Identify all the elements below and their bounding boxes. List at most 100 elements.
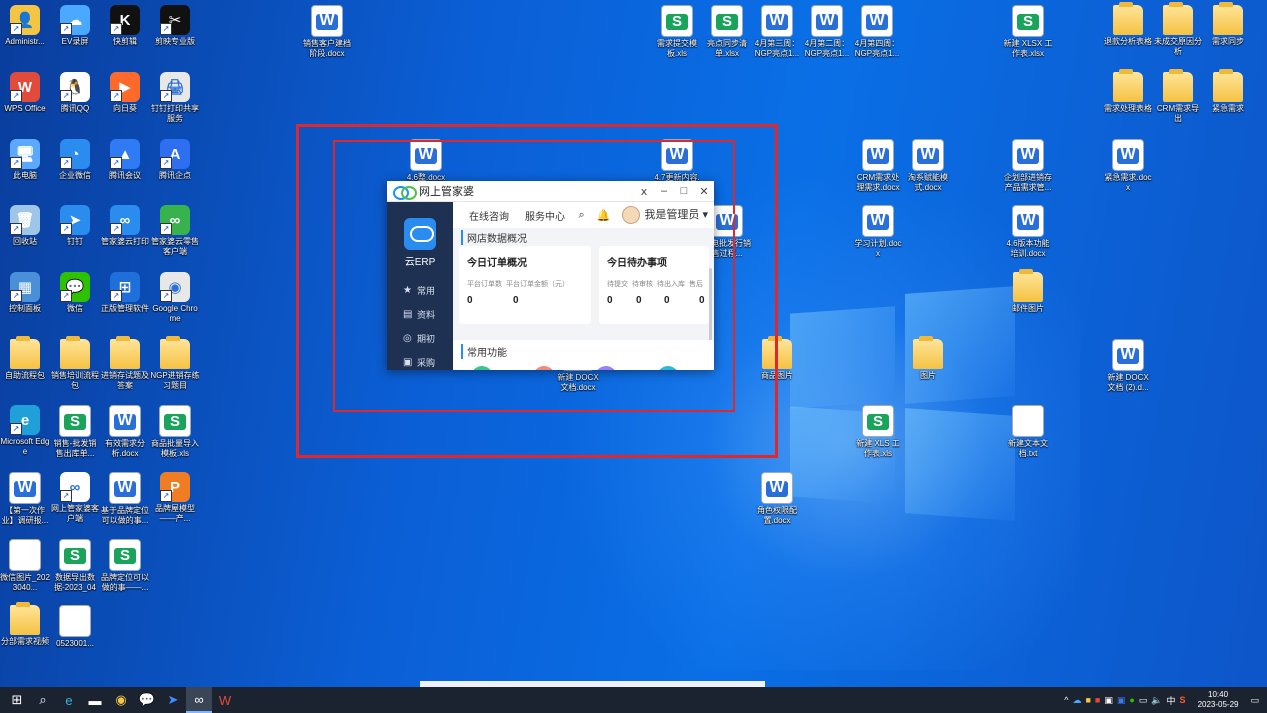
function-icon[interactable] [533,366,555,370]
minimize-button[interactable]: – [654,185,674,198]
desktop-icon[interactable]: ∞ ↗ 管家婆云打印 [100,205,150,247]
desktop-icon[interactable]: e ↗ Microsoft Edge [0,405,50,457]
tray-cloud-icon[interactable]: ☁ [1072,695,1081,706]
desktop-icon[interactable]: W 角色权限配置.docx [752,472,802,526]
desktop-icon[interactable]: K ↗ 快剪辑 [100,5,150,47]
desktop-icon[interactable]: ∞ ↗ 网上管家婆客户端 [50,472,100,524]
desktop-icon[interactable]: 🗑 ↗ 回收站 [0,205,50,247]
desktop-icon[interactable]: ▲ ↗ 腾讯会议 [100,139,150,181]
desktop-icon[interactable]: W 【第一次作业】调研报... [0,472,50,526]
tray-app-icon[interactable]: ■ [1095,695,1100,705]
desktop-icon[interactable]: 分部需求视频 [0,602,50,647]
notification-icon[interactable]: ▭ [1250,695,1259,706]
desktop-icon[interactable]: W 4月第四周：NGP亮点1... [852,5,902,59]
desktop-icon[interactable]: W CRM需求处理需求.docx [853,139,903,193]
desktop-icon[interactable]: S 商品批量导入模板.xls [150,405,200,459]
desktop-icon[interactable]: 🖨 ↗ 钉钉打印共享服务 [150,72,200,124]
network-icon[interactable]: ▭ [1139,695,1148,706]
desktop-icon[interactable]: W 销售客户建档阶段.docx [302,5,352,59]
desktop-icon[interactable]: W 紧急需求.docx [1103,139,1153,193]
desktop-icon[interactable]: W ↗ WPS Office [0,72,50,114]
ime-indicator[interactable]: 中 [1167,694,1176,707]
desktop-icon[interactable]: 需求处理表格 [1103,69,1153,114]
desktop-icon[interactable]: ◉ ↗ Google Chrome [150,272,200,324]
desktop-icon[interactable]: 0523001... [50,605,100,649]
desktop-icon[interactable]: S 销售-批发销售出库单... [50,405,100,459]
desktop-icon[interactable]: W 企划部进销存产品需求管... [1003,139,1053,193]
service-center-tab[interactable]: 服务中心 [525,208,565,223]
tray-app-icon[interactable]: ■ [1085,695,1090,705]
desktop-icon[interactable]: 紧急需求 [1203,69,1253,114]
desktop-icon[interactable]: 未成交原因分析 [1153,2,1203,57]
desktop-icon[interactable]: ◔ ↗ 企业微信 [50,139,100,181]
desktop-icon[interactable]: W 学习计划.docx [853,205,903,259]
tray-wechat-icon[interactable]: ● [1129,695,1134,705]
function-icon[interactable] [471,366,493,370]
desktop-icon[interactable]: ➤ ↗ 钉钉 [50,205,100,247]
desktop-icon[interactable]: 需求同步 [1203,2,1253,47]
desktop-icon[interactable]: 🖥 ↗ 此电脑 [0,139,50,181]
desktop-icon[interactable]: W 基于品牌定位可以做的事... [100,472,150,526]
wps-icon[interactable]: W [212,687,238,713]
cloud-erp-logo-icon[interactable] [404,218,436,250]
close-button[interactable]: ✕ [694,185,714,198]
nav-item-common[interactable]: ★ 常用 [387,278,453,302]
desktop-icon[interactable]: W 4.6版本功能培训.docx [1003,205,1053,259]
erp-titlebar[interactable]: 网上管家婆 ⅹ – □ ✕ [387,181,714,202]
start-icon[interactable]: ⊞ [4,687,30,713]
desktop-icon[interactable]: S 亮点同步清单.xlsx [702,5,752,59]
search-icon[interactable]: ⌕ [30,687,56,713]
desktop-icon[interactable]: W 淘系赋能模式.docx [903,139,953,193]
desktop-icon[interactable]: A ↗ 腾讯企点 [150,139,200,181]
function-icon[interactable] [595,366,617,370]
desktop-icon[interactable]: 图片 [903,336,953,381]
desktop-icon[interactable]: 自助流程包 [0,336,50,381]
erp-window[interactable]: 网上管家婆 ⅹ – □ ✕ 云ERP ★ 常用 ▤ 资料 ◎ 期初 ▣ 采购 在线咨询 … [387,181,714,370]
desktop-icon[interactable]: CRM需求导出 [1153,69,1203,124]
clock[interactable]: 10:40 2023-05-29 [1198,690,1239,710]
nav-item-data[interactable]: ▤ 资料 [387,302,453,326]
desktop-icon[interactable]: W 有效需求分析.docx [100,405,150,459]
desktop-icon[interactable]: 💬 ↗ 微信 [50,272,100,314]
nav-item-purchase[interactable]: ▣ 采购 [387,350,453,370]
user-menu[interactable]: 我是管理员 ▾ [622,206,708,225]
desktop-icon[interactable]: 微信图片_2023040... [0,539,50,593]
maximize-button[interactable]: □ [674,185,694,198]
desktop-icon[interactable]: 新建文本文档.txt [1003,405,1053,459]
volume-icon[interactable]: 🔈 [1151,695,1162,706]
pin-button[interactable]: ⅹ [634,185,654,198]
tray-app-icon[interactable]: ▣ [1104,695,1113,706]
desktop-icon[interactable]: 🐧 ↗ 腾讯QQ [50,72,100,114]
desktop-icon[interactable]: ✂ ↗ 剪映专业版 [150,5,200,47]
desktop-icon[interactable]: 销售培训流程包 [50,336,100,391]
desktop-icon[interactable]: 👤 ↗ Administr... [0,5,50,47]
dingtalk-icon[interactable]: ➤ [160,687,186,713]
tray-app-icon[interactable]: ▣ [1117,695,1126,706]
function-icon[interactable] [657,366,679,370]
todo-card[interactable]: 今日待办事项 待提交 待审核 待出入库 售后 0 0 0 0 [599,246,709,324]
edge-icon[interactable]: e [56,687,82,713]
desktop-icon[interactable]: S 新建 XLSX 工作表.xlsx [1003,5,1053,59]
desktop-icon[interactable]: 退款分析表格 [1103,2,1153,47]
desktop-icon[interactable]: S 数据导出数据-2023_04_... [50,539,100,593]
desktop-icon[interactable]: S 需求提交模板.xls [652,5,702,59]
desktop-icon[interactable]: NGP进销存练习题目 [150,336,200,391]
desktop-icon[interactable]: W 新建 DOCX 文档 (2).d... [1103,339,1153,393]
online-consult-tab[interactable]: 在线咨询 [469,208,509,223]
guanjiapo-icon[interactable]: ∞ [186,687,212,713]
desktop-icon[interactable]: ∞ ↗ 管家婆云零售客户端 [150,205,200,257]
orders-card[interactable]: 今日订单概况 平台订单数 平台订单金额（元） 0 0 [459,246,591,324]
sogou-icon[interactable]: S [1180,695,1186,705]
chrome-icon[interactable]: ◉ [108,687,134,713]
desktop-icon[interactable]: W 4月第三周：NGP亮点1... [752,5,802,59]
desktop-icon[interactable]: P ↗ 品牌屋模型——产... [150,472,200,524]
nav-item-opening[interactable]: ◎ 期初 [387,326,453,350]
bell-icon[interactable]: 🔔 [597,209,611,222]
wechat-icon[interactable]: 💬 [134,687,160,713]
desktop-icon[interactable]: ▦ ↗ 控制面板 [0,272,50,314]
desktop-icon[interactable]: S 新建 XLS 工作表.xls [853,405,903,459]
explorer-icon[interactable]: ▬ [82,687,108,713]
desktop-icon[interactable]: ⊞ ↗ 正版管理软件 [100,272,150,314]
desktop-icon[interactable]: 进销存试题及答案 [100,336,150,391]
desktop-icon[interactable]: S 品牌定位可以做的事——... [100,539,150,593]
